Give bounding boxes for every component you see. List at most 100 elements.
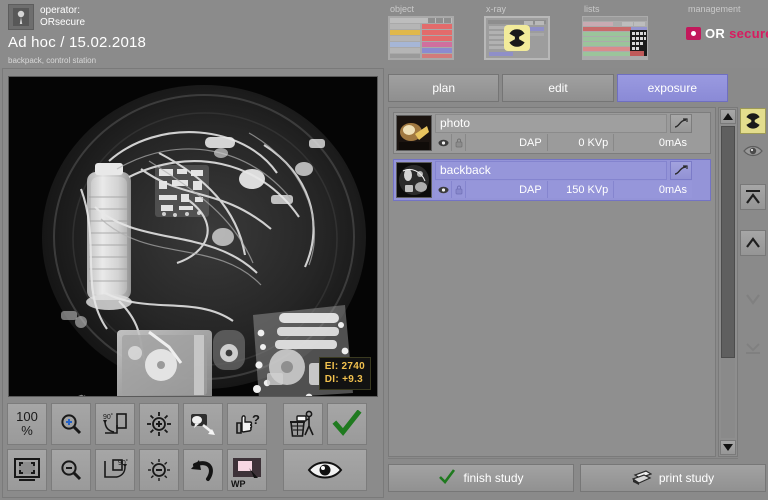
edit-curve-icon[interactable] — [670, 114, 692, 133]
annotate-button[interactable] — [183, 403, 223, 445]
accept-image-button[interactable] — [327, 403, 367, 445]
table-list-icon — [388, 16, 454, 60]
move-up-icon[interactable] — [740, 230, 766, 256]
tab-exposure[interactable]: exposure — [616, 74, 728, 102]
module-management[interactable]: management OR secure — [686, 4, 768, 41]
tab-plan[interactable]: plan — [388, 74, 500, 102]
brightness-up-button[interactable] — [139, 403, 179, 445]
dap-value: DAP — [465, 134, 547, 151]
fit-to-window-button[interactable] — [7, 449, 47, 491]
brightness-minus-icon — [146, 457, 172, 483]
photo-thumbnail[interactable] — [396, 115, 432, 151]
rotate-right-90-button[interactable]: 90˚ — [95, 449, 135, 491]
svg-text:90˚: 90˚ — [103, 413, 113, 421]
trash-person-icon — [288, 410, 318, 438]
eye-icon — [306, 459, 344, 481]
table-row[interactable]: backback DAP 150 KVp 0mAs — [393, 159, 711, 201]
zoom-100-percent-button[interactable]: 100 % — [7, 403, 47, 445]
zoom-100-bottom: % — [21, 423, 33, 438]
image-viewer-panel: EI: 2740 DI: +9.3 100 % 90˚ ? 90˚ WP — [2, 68, 384, 498]
exposure-name[interactable]: photo — [435, 114, 667, 133]
brightness-down-button[interactable] — [139, 449, 179, 491]
magnifier-plus-icon — [59, 412, 83, 436]
collapse-all-icon[interactable] — [740, 184, 766, 210]
mas-value: 0mAs — [613, 134, 692, 151]
eye-preview-icon[interactable] — [740, 138, 766, 164]
undo-button[interactable] — [183, 449, 223, 491]
print-study-label: print study — [658, 471, 715, 485]
image-toolbar-row-2: 90˚ WP — [7, 449, 379, 493]
study-panel: plan edit exposure photo DAP 0 KVp 0mAs … — [388, 70, 766, 498]
module-xray[interactable]: x-ray — [484, 4, 550, 60]
white-point-button[interactable]: WP — [227, 449, 267, 491]
ei-label: EI: — [324, 361, 339, 372]
exposure-meta: DAP 150 KVp 0mAs — [435, 181, 692, 198]
thumbs-up-question-icon: ? — [233, 411, 261, 437]
magnifier-minus-icon — [59, 458, 83, 482]
top-bar: operator: ORsecure Ad hoc / 15.02.2018 b… — [0, 0, 768, 68]
white-point-label: WP — [231, 479, 246, 489]
mas-value: 0mAs — [613, 181, 692, 198]
exposure-name[interactable]: backback — [435, 161, 667, 180]
di-label: DI: — [324, 374, 339, 385]
application-window: operator: ORsecure Ad hoc / 15.02.2018 b… — [0, 0, 768, 500]
brightness-plus-icon — [146, 411, 172, 437]
print-study-button[interactable]: print study — [580, 464, 766, 492]
exposure-annotation: EI: 2740 DI: +9.3 — [318, 357, 371, 390]
lock-icon[interactable] — [451, 134, 465, 151]
operator-text: operator: ORsecure — [40, 4, 85, 29]
exposure-list-scrollbar[interactable] — [718, 107, 738, 457]
dot-square-icon — [686, 27, 701, 40]
operator-label: operator: — [40, 5, 81, 16]
orsecure-logo-icon: OR secure — [686, 26, 768, 41]
xray-image-viewport[interactable]: EI: 2740 DI: +9.3 — [8, 76, 378, 397]
svg-text:?: ? — [252, 412, 260, 427]
module-object[interactable]: object — [388, 4, 454, 60]
person-badge-icon — [8, 4, 34, 30]
table-row[interactable]: photo DAP 0 KVp 0mAs — [393, 112, 711, 154]
preview-button[interactable] — [283, 449, 367, 491]
image-toolbar-row-1: 100 % 90˚ ? — [7, 403, 379, 447]
rotate-left-90-button[interactable]: 90˚ — [95, 403, 135, 445]
radiation-icon — [484, 16, 550, 60]
exposure-meta: DAP 0 KVp 0mAs — [435, 134, 692, 151]
brand-name-second: secure — [729, 26, 768, 41]
module-management-label: management — [688, 4, 741, 14]
undo-arrow-icon — [189, 457, 217, 483]
xray-thumbnail[interactable] — [396, 162, 432, 198]
image-toolbar: 100 % 90˚ ? 90˚ WP — [7, 403, 379, 495]
callout-arrow-icon — [189, 411, 217, 437]
triangle-up-icon[interactable] — [720, 109, 736, 124]
fit-screen-icon — [13, 457, 41, 483]
scrollbar-thumb[interactable] — [721, 126, 735, 358]
xray-image — [9, 77, 377, 396]
zoom-100-top: 100 — [16, 409, 38, 424]
eye-icon[interactable] — [435, 134, 451, 151]
printer-icon — [631, 468, 653, 488]
kvp-value: 0 KVp — [546, 134, 614, 151]
tab-edit[interactable]: edit — [502, 74, 614, 102]
scrollbar-track[interactable] — [721, 126, 735, 438]
eye-icon[interactable] — [435, 181, 451, 198]
rotate-90-ccw-icon: 90˚ — [101, 411, 129, 437]
image-quality-button[interactable]: ? — [227, 403, 267, 445]
finish-study-button[interactable]: finish study — [388, 464, 574, 492]
module-lists-label: lists — [584, 4, 600, 14]
divider — [388, 458, 738, 459]
study-actions: finish study print study — [388, 464, 766, 494]
worklist-icon — [582, 16, 648, 60]
finish-study-label: finish study — [463, 471, 524, 485]
radiation-symbol-icon — [504, 25, 530, 51]
zoom-in-button[interactable] — [51, 403, 91, 445]
module-object-label: object — [390, 4, 415, 14]
dap-value: DAP — [465, 181, 547, 198]
module-lists[interactable]: lists — [582, 4, 648, 60]
zoom-out-button[interactable] — [51, 449, 91, 491]
lock-icon[interactable] — [451, 181, 465, 198]
rotate-90-cw-icon: 90˚ — [101, 457, 129, 483]
green-check-icon — [332, 410, 362, 438]
radiation-status-icon[interactable] — [740, 108, 766, 134]
triangle-down-icon[interactable] — [720, 440, 736, 455]
edit-curve-icon[interactable] — [670, 161, 692, 180]
reject-image-button[interactable] — [283, 403, 323, 445]
